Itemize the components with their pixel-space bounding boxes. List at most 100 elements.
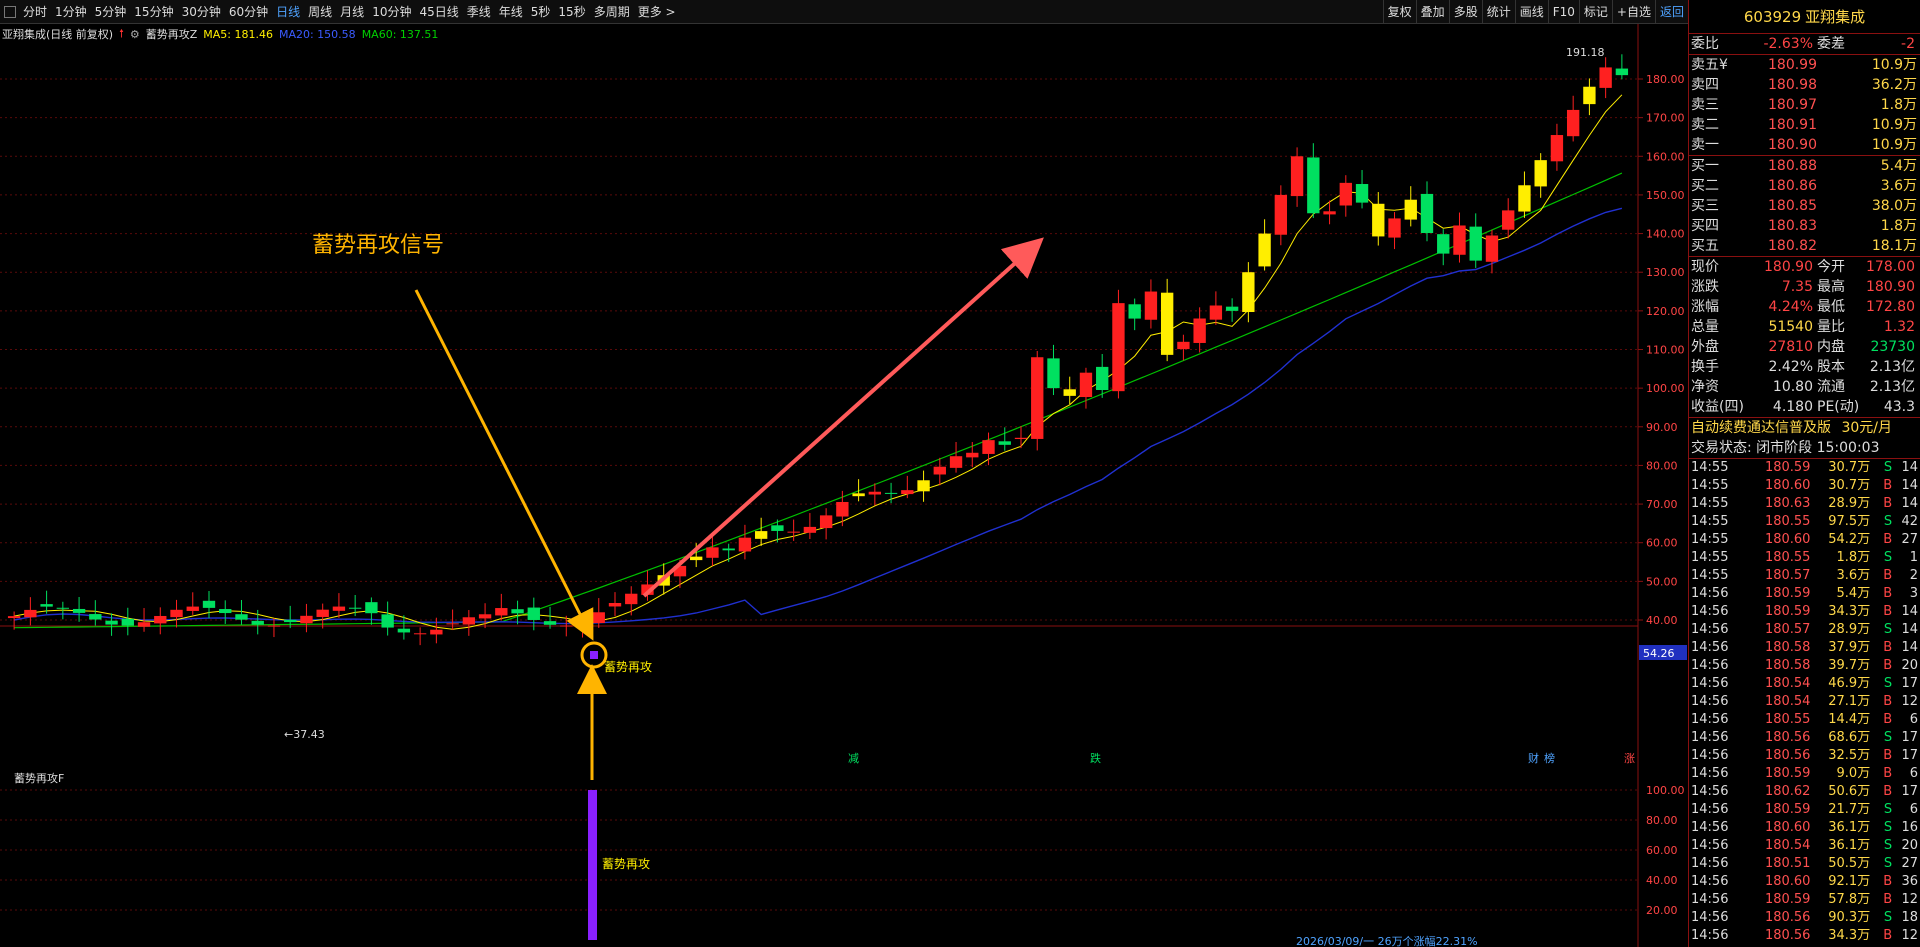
candle-body (1274, 194, 1288, 235)
candle-body (365, 602, 378, 614)
bid-row[interactable]: 买三 180.85 38.0万 (1689, 196, 1920, 216)
tick-row: 14:55 180.55 1.8万 S 1 (1689, 549, 1920, 567)
bid-row[interactable]: 买四 180.83 1.8万 (1689, 216, 1920, 236)
candle-body (7, 616, 21, 619)
tick-volume: 3.6万 (1836, 568, 1871, 583)
high-label: 191.18 (1566, 46, 1605, 59)
candle-body (1144, 291, 1158, 320)
tick-side: S (1883, 550, 1893, 565)
bid-row[interactable]: 买一 180.88 5.4万 (1689, 156, 1920, 176)
tick-side: B (1883, 928, 1893, 943)
tick-volume: 68.6万 (1828, 730, 1871, 745)
tick-side: B (1883, 496, 1893, 511)
trade-status: 交易状态: 闭市阶段 15:00:03 (1691, 440, 1880, 456)
candle-body (527, 607, 540, 620)
trend-arrow (642, 237, 1044, 598)
tick-time: 14:56 (1691, 640, 1729, 655)
bid-label: 买四 (1691, 218, 1719, 234)
tick-price: 180.57 (1764, 622, 1811, 637)
tick-volume: 5.4万 (1836, 586, 1871, 601)
ad-banner[interactable]: 自动续费通达信普及版 30元/月 (1689, 418, 1920, 438)
tick-side: S (1883, 676, 1893, 691)
stat-row: 涨跌 7.35 最高 180.90 (1689, 277, 1920, 297)
candle-body (1437, 234, 1450, 254)
tick-volume: 37.9万 (1828, 640, 1871, 655)
sub-signal-label: 蓄势再攻 (602, 857, 650, 871)
app-root: 分时 1分钟 5分钟 15分钟 30分钟 60分钟 日线 周线 月线 10分钟 45日线 季线 年线 5秒… (0, 0, 1920, 947)
tick-side: S (1883, 514, 1893, 529)
tick-volume: 97.5万 (1828, 514, 1871, 529)
candle-body (381, 614, 394, 628)
bottom-status: 2026/03/09/一 26万个涨幅22.31% (1296, 935, 1478, 947)
tick-count: 14 (1901, 478, 1918, 493)
ma60-line (14, 172, 1623, 629)
event-marker: 减 (848, 752, 859, 765)
candle-body (316, 609, 329, 617)
tick-row: 14:55 180.59 30.7万 S 14 (1689, 459, 1920, 477)
tick-time: 14:55 (1691, 568, 1729, 583)
tick-volume: 27.1万 (1828, 694, 1871, 709)
ask-row[interactable]: 卖二 180.91 10.9万 (1689, 115, 1920, 135)
tick-volume: 92.1万 (1828, 874, 1871, 889)
stat-row: 涨幅 4.24% 最低 172.80 (1689, 297, 1920, 317)
bid-volume: 3.6万 (1880, 178, 1917, 194)
ma20-line (13, 207, 1623, 625)
tick-price: 180.60 (1764, 874, 1811, 889)
candle-body (1258, 233, 1271, 267)
price-tick-label: 120.00 (1646, 305, 1685, 318)
candle-body (72, 608, 86, 613)
bid-row[interactable]: 买五 180.82 18.1万 (1689, 236, 1920, 256)
signal-label: 蓄势再攻 (604, 660, 652, 674)
signal-arrow (414, 289, 594, 641)
tick-price: 180.56 (1764, 730, 1811, 745)
candle-body (754, 531, 768, 539)
event-marker: 财 (1528, 751, 1539, 765)
tick-count: 12 (1901, 892, 1918, 907)
candle-body (592, 612, 605, 624)
candle-body (1550, 135, 1564, 162)
tick-count: 14 (1901, 604, 1918, 619)
tick-count: 14 (1901, 640, 1918, 655)
ask-volume: 10.9万 (1871, 117, 1917, 133)
weibi-label: 委比 (1691, 36, 1719, 52)
current-price-label: 54.26 (1643, 647, 1675, 660)
tick-side: B (1883, 712, 1893, 727)
ask-row[interactable]: 卖一 180.90 10.9万 (1689, 135, 1920, 155)
tick-row: 14:56 180.55 14.4万 B 6 (1689, 711, 1920, 729)
bid-row[interactable]: 买二 180.86 3.6万 (1689, 176, 1920, 196)
sub-tick-label: 40.00 (1646, 874, 1678, 887)
candle-body (868, 491, 882, 495)
tick-volume: 34.3万 (1828, 928, 1871, 943)
stat-value: 10.80 (1772, 379, 1813, 395)
ask-row[interactable]: 卖三 180.97 1.8万 (1689, 95, 1920, 115)
candle-body (24, 609, 37, 618)
tick-count: 16 (1901, 820, 1918, 835)
tick-list[interactable]: 14:55 180.59 30.7万 S 14 14:55 180.60 30.7万 B 14 14… (1689, 459, 1920, 947)
bid-price: 180.88 (1768, 158, 1817, 174)
kline-chart[interactable]: 蓄势再攻信号蓄势再攻 191.18 ←37.43 减 跌 财榜 涨 180.00 170.00… (0, 0, 1688, 947)
tick-time: 14:56 (1691, 910, 1729, 925)
tick-count: 14 (1901, 622, 1918, 637)
stat-label-2: 流通 (1817, 379, 1845, 395)
stat-row: 总量 51540 量比 1.32 (1689, 317, 1920, 337)
tick-row: 14:56 180.59 9.0万 B 6 (1689, 765, 1920, 783)
sub-tick-label: 20.00 (1646, 904, 1678, 917)
tick-side: B (1883, 784, 1893, 799)
stat-value: 2.42% (1768, 359, 1813, 375)
tick-price: 180.59 (1764, 892, 1811, 907)
tick-side: B (1883, 640, 1893, 655)
bid-label: 买一 (1691, 158, 1719, 174)
ask-volume: 10.9万 (1871, 137, 1917, 153)
price-tick-label: 100.00 (1646, 382, 1685, 395)
tick-row: 14:56 180.56 32.5万 B 17 (1689, 747, 1920, 765)
price-axis: 180.00 170.00 160.00 150.00 140.00 130.00 120.… (1638, 73, 1687, 660)
tick-side: S (1883, 622, 1893, 637)
candle-body (949, 456, 963, 468)
price-tick-label: 160.00 (1646, 150, 1685, 163)
candle-body (917, 480, 930, 492)
tick-side: S (1883, 460, 1893, 475)
tick-time: 14:56 (1691, 712, 1729, 727)
candle-body (1599, 67, 1612, 88)
ask-row[interactable]: 卖五¥ 180.99 10.9万 (1689, 55, 1920, 75)
ask-row[interactable]: 卖四 180.98 36.2万 (1689, 75, 1920, 95)
